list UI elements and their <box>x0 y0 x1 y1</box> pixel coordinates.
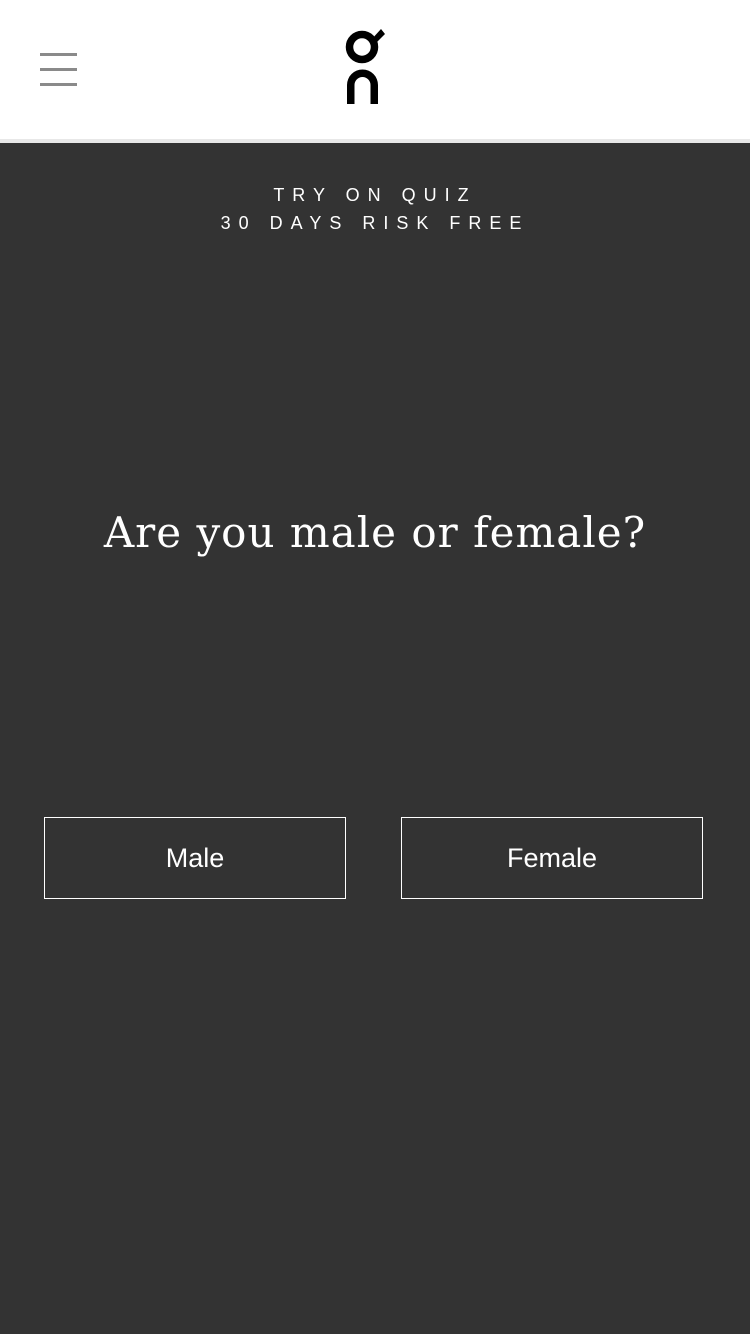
menu-line <box>40 68 77 71</box>
quiz-kicker: TRY ON QUIZ <box>273 185 477 205</box>
menu-line <box>40 53 77 56</box>
hamburger-menu-icon[interactable] <box>36 48 82 92</box>
male-option-button[interactable]: Male <box>44 817 346 899</box>
male-option-label: Male <box>165 842 225 873</box>
on-logo-icon[interactable] <box>340 26 390 108</box>
menu-line <box>40 83 77 86</box>
on-logo-svg <box>345 29 385 104</box>
site-header <box>0 0 750 143</box>
female-option-label: Female <box>506 842 598 873</box>
female-option-button[interactable]: Female <box>401 817 703 899</box>
quiz-section: TRY ON QUIZ 30 DAYS RISK FREE Are you ma… <box>0 143 750 1334</box>
quiz-subkicker: 30 DAYS RISK FREE <box>220 213 530 233</box>
quiz-question: Are you male or female? <box>103 508 647 557</box>
